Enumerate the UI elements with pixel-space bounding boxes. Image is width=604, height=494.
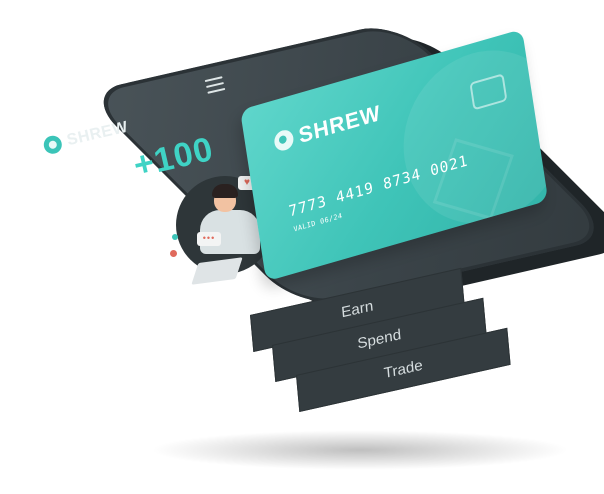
phone-app-logo: SHREW: [42, 119, 130, 156]
card-brand-name: SHREW: [297, 100, 383, 148]
hero-illustration: SHREW +100 ♥ ••• Earn Spend Trade SHREW …: [0, 0, 604, 494]
chat-dots-icon: •••: [197, 232, 221, 246]
decor-dot: [172, 234, 178, 240]
payment-card-wrap: SHREW 7773 4419 8734 0021 VALID 06/24: [232, 29, 578, 282]
shrew-logo-icon: [273, 128, 295, 154]
phone-brand-name: SHREW: [65, 118, 130, 150]
shrew-logo-icon: [42, 133, 64, 156]
payment-card: SHREW 7773 4419 8734 0021 VALID 06/24: [240, 29, 549, 282]
card-brand: SHREW: [272, 99, 382, 156]
phone-shadow: [150, 430, 570, 470]
decor-dot: [170, 250, 177, 257]
